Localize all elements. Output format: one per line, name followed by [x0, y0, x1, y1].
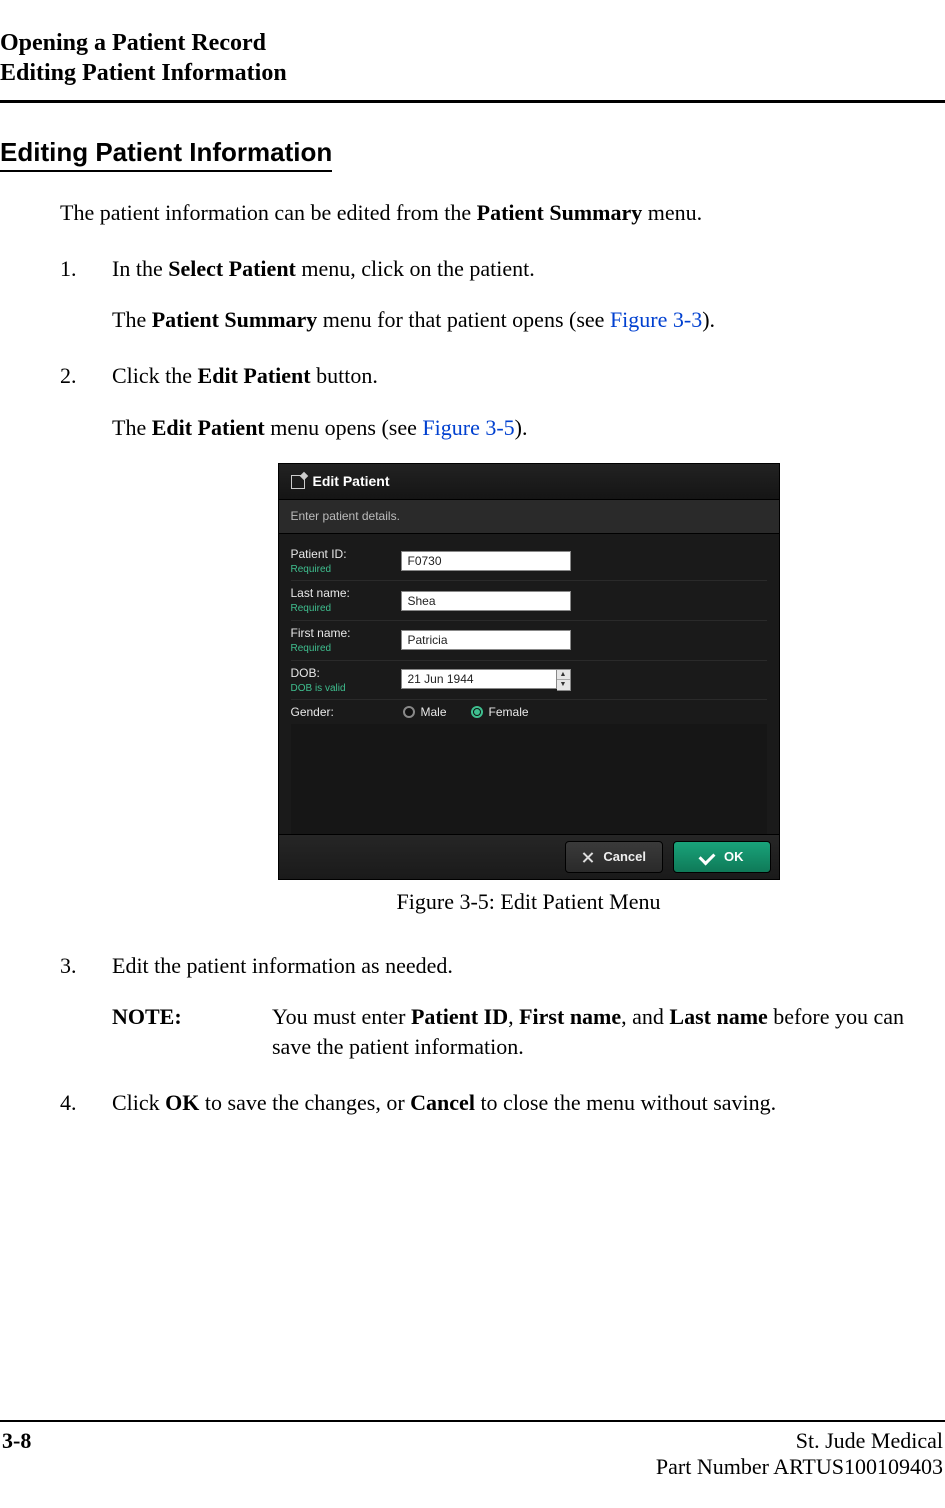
- dialog-titlebar: Edit Patient: [279, 464, 779, 500]
- step-2-line-2: The Edit Patient menu opens (see Figure …: [112, 413, 945, 443]
- label-patient-id: Patient ID:: [291, 547, 347, 561]
- intro-bold: Patient Summary: [477, 200, 643, 225]
- step-2-line-1: Click the Edit Patient button.: [112, 361, 945, 391]
- dialog-body: Patient ID: Required Last name: Required: [279, 534, 779, 835]
- dialog-footer: Cancel OK: [279, 834, 779, 879]
- step-1-line-2: The Patient Summary menu for that patien…: [112, 305, 945, 335]
- row-dob: DOB: DOB is valid ▲ ▼: [291, 660, 767, 700]
- close-icon: [582, 852, 593, 863]
- radio-male[interactable]: Male: [403, 704, 447, 720]
- step-4-line-1: Click OK to save the changes, or Cancel …: [112, 1088, 945, 1118]
- figure-caption: Figure 3-5: Edit Patient Menu: [397, 887, 661, 917]
- dob-field-wrap: ▲ ▼: [401, 669, 571, 691]
- cancel-button[interactable]: Cancel: [565, 841, 663, 873]
- page-number: 3-8: [2, 1428, 31, 1480]
- footer-part-number: Part Number ARTUS100109403: [656, 1454, 943, 1480]
- label-dob: DOB:: [291, 666, 320, 680]
- step-3-line-1: Edit the patient information as needed.: [112, 951, 945, 981]
- hint-dob: DOB is valid: [291, 682, 401, 696]
- row-first-name: First name: Required: [291, 620, 767, 660]
- step-2-number: 2.: [60, 361, 112, 925]
- intro-paragraph: The patient information can be edited fr…: [60, 198, 945, 228]
- ok-button-label: OK: [724, 848, 744, 866]
- header-line-2: Editing Patient Information: [0, 58, 945, 88]
- step-1-line-1: In the Select Patient menu, click on the…: [112, 254, 945, 284]
- figure-3-5: Edit Patient Enter patient details. Pati…: [112, 464, 945, 916]
- label-gender: Gender:: [291, 705, 334, 719]
- section-heading-text: Editing Patient Information: [0, 137, 332, 172]
- ok-button[interactable]: OK: [673, 841, 771, 873]
- dialog-spacer: [291, 724, 767, 834]
- gender-radio-group: Male Female: [401, 704, 529, 720]
- row-patient-id: Patient ID: Required: [291, 542, 767, 581]
- note-label: NOTE:: [112, 1002, 272, 1061]
- figure-3-5-link[interactable]: Figure 3-5: [422, 415, 514, 440]
- step-3: 3. Edit the patient information as neede…: [60, 951, 945, 1062]
- running-header: Opening a Patient Record Editing Patient…: [0, 28, 945, 111]
- step-2: 2. Click the Edit Patient button. The Ed…: [60, 361, 945, 925]
- step-4-number: 4.: [60, 1088, 112, 1118]
- radio-female[interactable]: Female: [471, 704, 529, 720]
- label-last-name: Last name:: [291, 586, 350, 600]
- hint-first-name: Required: [291, 642, 401, 656]
- hint-last-name: Required: [291, 602, 401, 616]
- step-3-note: NOTE: You must enter Patient ID, First n…: [112, 1002, 945, 1061]
- edit-icon: [291, 475, 305, 489]
- note-body: You must enter Patient ID, First name, a…: [272, 1002, 945, 1061]
- footer-right: St. Jude Medical Part Number ARTUS100109…: [656, 1428, 943, 1480]
- radio-male-dot: [403, 706, 415, 718]
- dob-spinner: ▲ ▼: [557, 669, 571, 691]
- footer-rule: [0, 1420, 945, 1422]
- step-1-number: 1.: [60, 254, 112, 335]
- cancel-button-label: Cancel: [603, 848, 646, 866]
- page-footer: 3-8 St. Jude Medical Part Number ARTUS10…: [0, 1420, 945, 1480]
- footer-company: St. Jude Medical: [656, 1428, 943, 1454]
- step-3-number: 3.: [60, 951, 112, 1062]
- check-icon: [699, 849, 716, 866]
- input-first-name[interactable]: [401, 630, 571, 650]
- row-last-name: Last name: Required: [291, 580, 767, 620]
- radio-female-label: Female: [489, 704, 529, 720]
- intro-suffix: menu.: [642, 200, 702, 225]
- dob-spin-down[interactable]: ▼: [557, 680, 570, 689]
- input-dob[interactable]: [401, 669, 557, 689]
- input-last-name[interactable]: [401, 591, 571, 611]
- edit-patient-dialog: Edit Patient Enter patient details. Pati…: [279, 464, 779, 879]
- label-first-name: First name:: [291, 626, 351, 640]
- header-rule: [0, 100, 945, 103]
- header-line-1: Opening a Patient Record: [0, 28, 945, 58]
- dialog-subtitle: Enter patient details.: [279, 500, 779, 533]
- dialog-title: Edit Patient: [313, 472, 390, 491]
- figure-3-3-link[interactable]: Figure 3-3: [610, 307, 702, 332]
- input-patient-id[interactable]: [401, 551, 571, 571]
- section-heading: Editing Patient Information: [0, 137, 945, 172]
- radio-female-dot: [471, 706, 483, 718]
- row-gender: Gender: Male Female: [291, 699, 767, 724]
- step-4: 4. Click OK to save the changes, or Canc…: [60, 1088, 945, 1118]
- hint-patient-id: Required: [291, 563, 401, 577]
- intro-prefix: The patient information can be edited fr…: [60, 200, 477, 225]
- dob-spin-up[interactable]: ▲: [557, 670, 570, 680]
- step-1: 1. In the Select Patient menu, click on …: [60, 254, 945, 335]
- radio-male-label: Male: [421, 704, 447, 720]
